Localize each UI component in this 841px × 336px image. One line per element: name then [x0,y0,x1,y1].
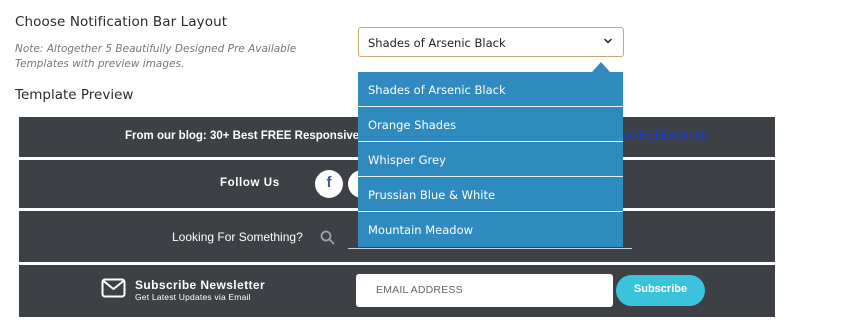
option-label: Mountain Meadow [368,223,474,237]
option-whisper-grey[interactable]: Whisper Grey [358,142,623,177]
option-label: Shades of Arsenic Black [368,83,506,97]
option-label: Orange Shades [368,118,457,132]
layout-select[interactable]: Shades of Arsenic Black [358,27,624,57]
email-input[interactable]: EMAIL ADDRESS [356,274,613,307]
field-title: Choose Notification Bar Layout [15,14,228,30]
blog-text: From our blog: 30+ Best FREE Responsive … [125,130,374,142]
subscribe-title: Subscribe Newsletter [135,278,266,292]
option-mountain-meadow[interactable]: Mountain Meadow [358,212,623,247]
option-shades-of-arsenic-black[interactable]: Shades of Arsenic Black [358,72,623,107]
layout-dropdown-menu: Shades of Arsenic Black Orange Shades Wh… [358,72,623,247]
follow-text: Follow Us [220,177,280,189]
subscribe-button-label: Subscribe [633,283,688,295]
facebook-icon[interactable]: f [315,170,343,198]
blog-link[interactable]: o/kBGhEwXm8u [623,130,707,142]
layout-select-value: Shades of Arsenic Black [368,36,506,50]
subscribe-button[interactable]: Subscribe [616,275,705,306]
email-placeholder: EMAIL ADDRESS [376,284,463,296]
preview-subscribe-bar: Subscribe Newsletter Get Latest Updates … [19,265,775,317]
search-icon [320,230,335,245]
option-label: Prussian Blue & White [368,188,496,202]
preview-title: Template Preview [15,87,134,103]
option-orange-shades[interactable]: Orange Shades [358,107,623,142]
mail-icon [101,278,126,298]
option-prussian-blue-white[interactable]: Prussian Blue & White [358,177,623,212]
field-note: Note: Altogether 5 Beautifully Designed … [15,43,297,70]
looking-text: Looking For Something? [172,230,303,244]
dropdown-arrow [592,62,610,72]
chevron-down-icon [604,38,612,44]
subscribe-subtitle: Get Latest Updates via Email [135,292,251,302]
option-label: Whisper Grey [368,153,446,167]
facebook-glyph: f [326,174,332,191]
